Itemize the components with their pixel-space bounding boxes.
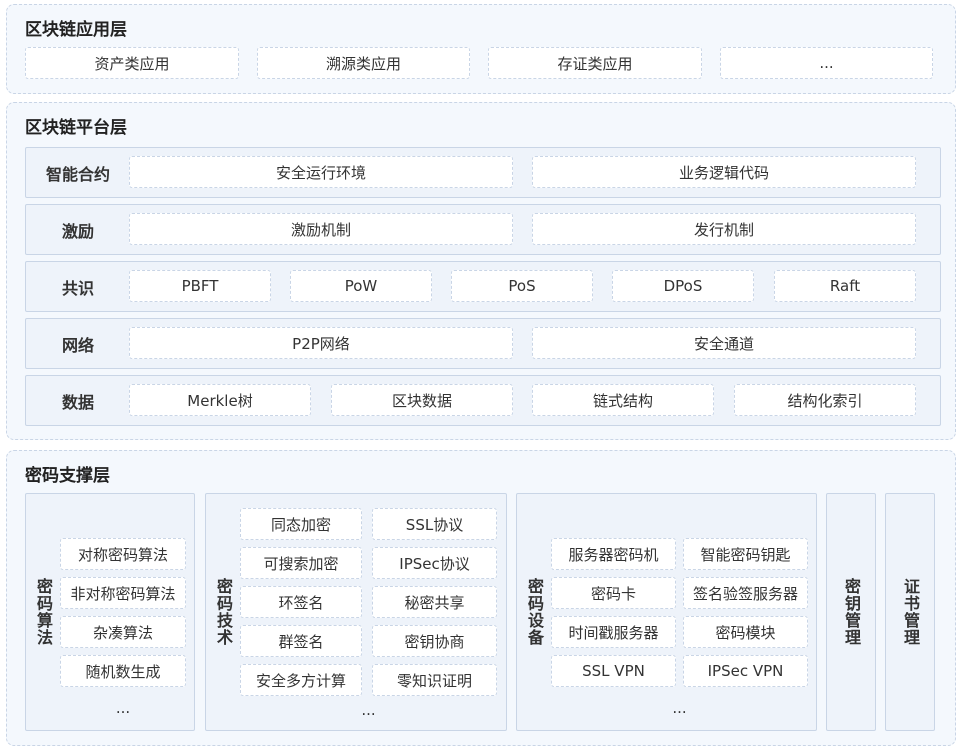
panel-more: ... (672, 699, 687, 717)
panel-item: 同态加密 (240, 508, 362, 540)
panel-item: 密钥协商 (372, 625, 497, 657)
panel-item: 群签名 (240, 625, 362, 657)
row-item: DPoS (612, 270, 754, 302)
row-network: 网络 P2P网络 安全通道 (25, 318, 941, 369)
panel-item: 秘密共享 (372, 586, 497, 618)
platform-layer: 区块链平台层 智能合约 安全运行环境 业务逻辑代码 激励 激励机制 发行机制 共… (6, 102, 956, 440)
panel-item: 对称密码算法 (60, 538, 186, 570)
app-item-evidence: 存证类应用 (488, 47, 702, 79)
row-item: Raft (774, 270, 916, 302)
panel-item: IPSec VPN (683, 655, 808, 687)
panel-item: IPSec协议 (372, 547, 497, 579)
crypto-support-layer: 密码支撑层 密码算法 对称密码算法 非对称密码算法 杂凑算法 随机数生成 ...… (6, 450, 956, 746)
row-label: 网络 (61, 335, 94, 355)
panel-cert-management: 证书管理 (885, 493, 935, 731)
row-data: 数据 Merkle树 区块数据 链式结构 结构化索引 (25, 375, 941, 426)
panel-item: 密码模块 (683, 616, 808, 648)
row-item: 安全通道 (532, 327, 916, 359)
panel-label: 密码算法 (34, 578, 53, 646)
panel-key-management: 密钥管理 (826, 493, 876, 731)
row-item: PBFT (129, 270, 271, 302)
panel-item: 签名验签服务器 (683, 577, 808, 609)
panel-item: 时间戳服务器 (551, 616, 676, 648)
row-smart-contract: 智能合约 安全运行环境 业务逻辑代码 (25, 147, 941, 198)
row-label: 智能合约 (45, 164, 110, 184)
panel-item: 服务器密码机 (551, 538, 676, 570)
application-layer-title: 区块链应用层 (25, 20, 127, 40)
row-label: 共识 (61, 278, 94, 298)
crypto-layer-title: 密码支撑层 (25, 466, 110, 486)
panel-item: 环签名 (240, 586, 362, 618)
panel-item: 安全多方计算 (240, 664, 362, 696)
row-item: 链式结构 (532, 384, 714, 416)
panel-item: 智能密码钥匙 (683, 538, 808, 570)
panel-label: 证书管理 (901, 578, 920, 646)
panel-crypto-techniques: 密码技术 同态加密 SSL协议 可搜索加密 IPSec协议 环签名 秘密共享 群… (205, 493, 507, 731)
row-item: 发行机制 (532, 213, 916, 245)
row-item: PoS (451, 270, 593, 302)
panel-label: 密码设备 (525, 578, 544, 646)
panel-item: 非对称密码算法 (60, 577, 186, 609)
panel-crypto-devices: 密码设备 服务器密码机 智能密码钥匙 密码卡 签名验签服务器 时间戳服务器 密码… (516, 493, 817, 731)
panel-item: 可搜索加密 (240, 547, 362, 579)
panel-label: 密码技术 (214, 578, 233, 646)
panel-item: 随机数生成 (60, 655, 186, 687)
panel-crypto-algorithms: 密码算法 对称密码算法 非对称密码算法 杂凑算法 随机数生成 ... (25, 493, 195, 731)
row-item: 激励机制 (129, 213, 513, 245)
row-item: Merkle树 (129, 384, 311, 416)
platform-layer-title: 区块链平台层 (25, 118, 127, 138)
row-item: 结构化索引 (734, 384, 916, 416)
row-item: P2P网络 (129, 327, 513, 359)
app-item-more: ... (720, 47, 933, 79)
row-consensus: 共识 PBFT PoW PoS DPoS Raft (25, 261, 941, 312)
app-item-asset: 资产类应用 (25, 47, 239, 79)
row-label: 数据 (61, 392, 94, 412)
row-item: 业务逻辑代码 (532, 156, 916, 188)
row-item: PoW (290, 270, 432, 302)
panel-item: 杂凑算法 (60, 616, 186, 648)
panel-label: 密钥管理 (842, 578, 861, 646)
row-label: 激励 (61, 221, 94, 241)
panel-more: ... (361, 701, 376, 719)
application-layer: 区块链应用层 资产类应用 溯源类应用 存证类应用 ... (6, 4, 956, 94)
panel-item: 零知识证明 (372, 664, 497, 696)
panel-item: 密码卡 (551, 577, 676, 609)
row-item: 安全运行环境 (129, 156, 513, 188)
panel-more: ... (115, 699, 131, 717)
panel-item: SSL协议 (372, 508, 497, 540)
row-item: 区块数据 (331, 384, 513, 416)
panel-item: SSL VPN (551, 655, 676, 687)
row-incentive: 激励 激励机制 发行机制 (25, 204, 941, 255)
app-item-trace: 溯源类应用 (257, 47, 470, 79)
